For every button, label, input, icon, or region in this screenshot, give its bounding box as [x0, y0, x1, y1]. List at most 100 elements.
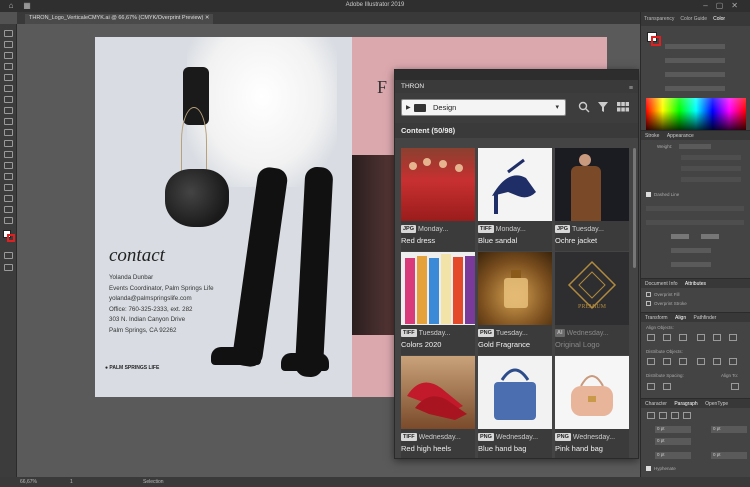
asset-card[interactable]: PNG Tuesday... Gold Fragrance	[478, 252, 552, 355]
direct-selection-tool-icon[interactable]	[4, 41, 13, 48]
tab-appearance[interactable]: Appearance	[667, 133, 694, 139]
zoom-level[interactable]: 66,67%	[20, 477, 37, 487]
color-slider-y[interactable]	[665, 72, 725, 77]
distribute-hspace-icon[interactable]	[663, 383, 671, 390]
align-hcenter-icon[interactable]	[663, 334, 671, 341]
para-align-center-icon[interactable]	[659, 412, 667, 419]
asset-card[interactable]: TIFF Wednesday... Red high heels	[401, 356, 475, 458]
align-right-icon[interactable]	[679, 334, 687, 341]
tab-transform[interactable]: Transform	[645, 315, 668, 321]
align-top-icon[interactable]	[697, 334, 705, 341]
space-after-input[interactable]: 0 pt	[711, 452, 747, 459]
stroke-swatch[interactable]	[7, 234, 15, 242]
align-vcenter-icon[interactable]	[713, 334, 721, 341]
color-slider-m[interactable]	[665, 58, 725, 63]
tab-character[interactable]: Character	[645, 401, 667, 407]
arrowhead-end[interactable]	[701, 234, 719, 239]
tab-pathfinder[interactable]: Pathfinder	[694, 315, 717, 321]
rotate-tool-icon[interactable]	[4, 151, 13, 158]
stroke-weight-input[interactable]	[679, 144, 711, 149]
contact-line: Events Coordinator, Palm Springs Life	[109, 284, 214, 292]
grid-view-icon[interactable]	[616, 101, 630, 115]
color-stroke-swatch[interactable]	[651, 36, 661, 46]
eraser-tool-icon[interactable]	[4, 140, 13, 147]
para-justify-icon[interactable]	[683, 412, 691, 419]
colors-2020-thumbnail	[401, 252, 475, 325]
free-transform-tool-icon[interactable]	[4, 184, 13, 191]
curvature-tool-icon[interactable]	[4, 74, 13, 81]
rectangle-tool-icon[interactable]	[4, 107, 13, 114]
pen-tool-icon[interactable]	[4, 63, 13, 70]
filter-icon[interactable]	[596, 101, 610, 115]
align-bottom-icon[interactable]	[729, 334, 737, 341]
selection-tool-icon[interactable]	[4, 30, 13, 37]
dash-values-row-2[interactable]	[646, 220, 744, 225]
panel-tab-thron[interactable]: THRON ≡	[395, 80, 638, 93]
zoom-tool-icon[interactable]	[4, 217, 13, 224]
panel-header[interactable]	[395, 70, 638, 80]
window-controls[interactable]: –▢✕	[703, 1, 746, 10]
asset-card[interactable]: JPG Tuesday... Ochre jacket	[555, 148, 629, 251]
align-left-icon[interactable]	[647, 334, 655, 341]
page-number[interactable]: 1	[70, 477, 73, 487]
distribute-right-icon[interactable]	[729, 358, 737, 365]
eyedropper-tool-icon[interactable]	[4, 206, 13, 213]
distribute-hcenter-icon[interactable]	[713, 358, 721, 365]
arrowhead-start[interactable]	[671, 234, 689, 239]
tab-paragraph[interactable]: Paragraph	[674, 401, 697, 407]
tab-color-guide[interactable]: Color Guide	[677, 16, 710, 22]
scrollbar[interactable]	[633, 148, 636, 268]
line-tool-icon[interactable]	[4, 96, 13, 103]
left-indent-input[interactable]: 0 pt	[655, 426, 691, 433]
asset-meta: JPG Monday...	[401, 223, 475, 235]
color-slider-k[interactable]	[665, 86, 725, 91]
shape-builder-tool-icon[interactable]	[4, 195, 13, 202]
distribute-top-icon[interactable]	[647, 358, 655, 365]
distribute-bottom-icon[interactable]	[679, 358, 687, 365]
asset-card[interactable]: PNG Wednesday... Blue hand bag	[478, 356, 552, 458]
para-align-left-icon[interactable]	[647, 412, 655, 419]
arrow-scale-row[interactable]	[671, 248, 711, 253]
width-tool-icon[interactable]	[4, 173, 13, 180]
artboard-left[interactable]: contact Yolanda Dunbar Events Coordinato…	[95, 37, 352, 397]
distribute-vcenter-icon[interactable]	[663, 358, 671, 365]
search-icon[interactable]	[577, 101, 591, 115]
tab-transparency[interactable]: Transparency	[641, 16, 677, 22]
first-line-indent-input[interactable]: 0 pt	[655, 438, 691, 445]
type-tool-icon[interactable]	[4, 85, 13, 92]
tab-color[interactable]: Color	[710, 16, 728, 22]
dash-values-row[interactable]	[646, 206, 744, 211]
draw-mode-icon[interactable]	[4, 252, 13, 259]
folder-dropdown[interactable]: ▶ Design ▾	[401, 99, 566, 116]
align-to-icon[interactable]	[731, 383, 739, 390]
overprint-stroke-checkbox[interactable]	[646, 301, 651, 306]
asset-card[interactable]: TIFF Tuesday... Colors 2020	[401, 252, 475, 355]
tab-align[interactable]: Align	[675, 315, 686, 321]
asset-card[interactable]: TIFF Monday... Blue sandal	[478, 148, 552, 251]
tab-opentype[interactable]: OpenType	[705, 401, 728, 407]
color-slider-c[interactable]	[665, 44, 725, 49]
asset-card[interactable]: JPG Monday... Red dress	[401, 148, 475, 251]
scale-tool-icon[interactable]	[4, 162, 13, 169]
weight-label: Weight:	[657, 144, 673, 149]
dashed-line-checkbox[interactable]	[646, 192, 651, 197]
screen-mode-icon[interactable]	[4, 264, 13, 271]
arrow-align-row[interactable]	[671, 262, 711, 267]
pencil-tool-icon[interactable]	[4, 129, 13, 136]
right-indent-input[interactable]: 0 pt	[711, 426, 747, 433]
asset-name: Red high heels	[401, 444, 452, 453]
tab-document-info[interactable]: Document Info	[645, 281, 678, 287]
asset-card[interactable]: PREMIUM AI Wednesday... Original Logo	[555, 252, 629, 355]
distribute-vspace-icon[interactable]	[647, 383, 655, 390]
document-tab[interactable]: THRON_Logo_VerticaleCMYK.ai @ 66,67% (CM…	[25, 14, 214, 24]
asset-card[interactable]: PNG Wednesday... Pink hand bag	[555, 356, 629, 458]
paintbrush-tool-icon[interactable]	[4, 118, 13, 125]
overprint-fill-checkbox[interactable]	[646, 292, 651, 297]
para-align-right-icon[interactable]	[671, 412, 679, 419]
space-before-input[interactable]: 0 pt	[655, 452, 691, 459]
magic-wand-tool-icon[interactable]	[4, 52, 13, 59]
tab-attributes[interactable]: Attributes	[685, 281, 706, 287]
hyphenate-checkbox[interactable]	[646, 466, 651, 471]
tab-stroke[interactable]: Stroke	[645, 133, 659, 139]
distribute-left-icon[interactable]	[697, 358, 705, 365]
